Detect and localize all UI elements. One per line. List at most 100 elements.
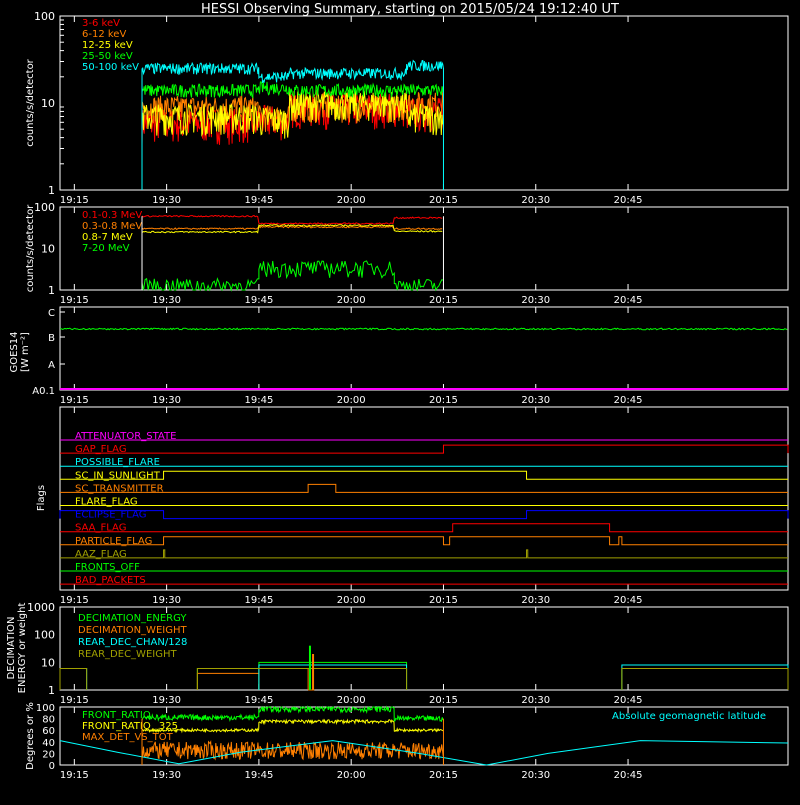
y-tick-label: 10: [41, 97, 55, 110]
legend-entry: 0.8-7 MeV: [82, 232, 133, 243]
series-5: [141, 59, 444, 84]
goes-class-label: A0.1: [32, 386, 55, 397]
x-tick-label: 19:45: [244, 295, 273, 306]
x-tick-label: 19:15: [60, 695, 89, 706]
decimation-series-2: [196, 667, 315, 691]
y-tick-label: 20: [42, 749, 55, 760]
y-axis-label: Degrees or %: [25, 702, 36, 770]
x-tick-label: 19:15: [60, 295, 89, 306]
y-tick-label: 1: [48, 184, 55, 197]
flag-label: FRONTS_OFF: [75, 562, 140, 573]
x-tick-label: 20:15: [429, 395, 458, 406]
legend-entry: 6-12 keV: [82, 29, 126, 40]
legend-entry: 3-6 keV: [82, 18, 120, 29]
hessi-plot: HESSI Observing Summary, starting on 201…: [6, 2, 789, 781]
legend-entry: 7-20 MeV: [82, 243, 130, 254]
x-tick-label: 20:30: [521, 695, 550, 706]
y-tick-label: 1: [48, 684, 55, 697]
goes-flux: [59, 327, 788, 331]
legend-entry: REAR_DEC_CHAN/128: [78, 637, 187, 648]
flag-label: BAD_PACKETS: [75, 575, 146, 586]
x-tick-label: 20:15: [429, 195, 458, 206]
goes-class-label: C: [48, 308, 55, 319]
x-tick-label: 19:45: [244, 395, 273, 406]
panel-frame-2: [59, 206, 789, 291]
x-tick-label: 20:00: [337, 595, 366, 606]
y-axis-label: DECIMATION: [6, 616, 17, 679]
flag-label: FLARE_FLAG: [75, 497, 138, 508]
x-tick-label: 20:45: [614, 595, 643, 606]
x-tick-label: 19:45: [244, 195, 273, 206]
decimation-series-1: [196, 661, 789, 690]
y-tick-label: 1: [48, 284, 55, 297]
y-axis-label: GOES14: [9, 331, 20, 372]
y-tick-label: 80: [42, 715, 55, 726]
legend-entry: FRONT_RATIO_ 325: [82, 721, 178, 732]
flag-label: ATTENUATOR_STATE: [75, 431, 176, 442]
y-tick-label: 100: [34, 629, 55, 642]
flag-label: POSSIBLE_FLARE: [75, 457, 160, 468]
flag-label: SC_IN_SUNLIGHT: [75, 470, 161, 481]
x-tick-label: 20:15: [429, 295, 458, 306]
x-tick-label: 19:30: [152, 595, 181, 606]
geomagnetic-latitude-line: [59, 740, 789, 766]
legend-entry: DECIMATION_ENERGY: [78, 613, 187, 624]
x-tick-label: 20:30: [521, 295, 550, 306]
x-tick-label: 20:00: [337, 770, 366, 781]
x-tick-label: 19:15: [60, 395, 89, 406]
legend-entry: Absolute geomagnetic latitude: [612, 711, 766, 722]
chart-title: HESSI Observing Summary, starting on 201…: [201, 2, 619, 17]
flag-label: AAZ_FLAG: [75, 549, 127, 560]
x-tick-label: 20:45: [614, 770, 643, 781]
x-tick-label: 20:30: [521, 395, 550, 406]
y-tick-label: 100: [36, 703, 55, 714]
flag-label: SAA_FLAG: [75, 523, 126, 534]
x-tick-label: 19:15: [60, 595, 89, 606]
x-tick-label: 19:45: [244, 770, 273, 781]
panel-frame-3: [59, 306, 789, 391]
x-tick-label: 20:30: [521, 195, 550, 206]
x-tick-label: 20:45: [614, 195, 643, 206]
y-axis-label: counts/s/detector: [25, 58, 36, 146]
y-tick-label: 0: [49, 761, 55, 772]
ratio-series-2: [141, 718, 444, 734]
series-4: [141, 260, 444, 292]
flag-line-8: [60, 523, 788, 533]
flag-label: ECLIPSE_FLAG: [75, 510, 146, 521]
y-axis-label: counts/s/detector: [25, 204, 36, 292]
legend-entry: 12-25 keV: [82, 40, 133, 51]
legend-entry: FRONT_RATIO: [82, 710, 151, 721]
y-tick-label: 10: [41, 243, 55, 256]
goes-class-label: A: [48, 360, 55, 371]
flag-line-4: [60, 470, 788, 480]
legend-entry: MAX_DET_VS_TOT: [82, 732, 174, 743]
x-tick-label: 20:45: [614, 695, 643, 706]
hessi-summary: HESSI Observing Summary, starting on 201…: [0, 0, 800, 800]
legend-entry: DECIMATION_WEIGHT: [78, 625, 187, 636]
x-tick-label: 20:15: [429, 770, 458, 781]
x-tick-label: 19:30: [152, 195, 181, 206]
x-tick-label: 20:30: [521, 595, 550, 606]
legend-entry: REAR_DEC_WEIGHT: [78, 649, 177, 660]
legend-entry: 25-50 keV: [82, 51, 133, 62]
x-tick-label: 19:30: [152, 695, 181, 706]
y-axis-units: [W m⁻²]: [20, 332, 31, 372]
decimation-series-4: [59, 667, 789, 690]
x-tick-label: 20:00: [337, 695, 366, 706]
flag-line-2: [60, 444, 789, 454]
y-axis-label: Flags: [36, 485, 47, 511]
flag-line-5: [60, 483, 788, 493]
x-tick-label: 19:15: [60, 770, 89, 781]
x-tick-label: 20:45: [614, 395, 643, 406]
x-tick-label: 19:45: [244, 695, 273, 706]
y-tick-label: 100: [34, 10, 55, 23]
series-2: [141, 225, 443, 231]
goes-class-label: B: [48, 333, 55, 344]
x-tick-label: 20:30: [521, 770, 550, 781]
x-tick-label: 20:45: [614, 295, 643, 306]
x-tick-label: 20:15: [429, 595, 458, 606]
x-tick-label: 20:00: [337, 395, 366, 406]
x-tick-label: 19:45: [244, 595, 273, 606]
x-tick-label: 19:30: [152, 395, 181, 406]
x-tick-label: 19:15: [60, 195, 89, 206]
